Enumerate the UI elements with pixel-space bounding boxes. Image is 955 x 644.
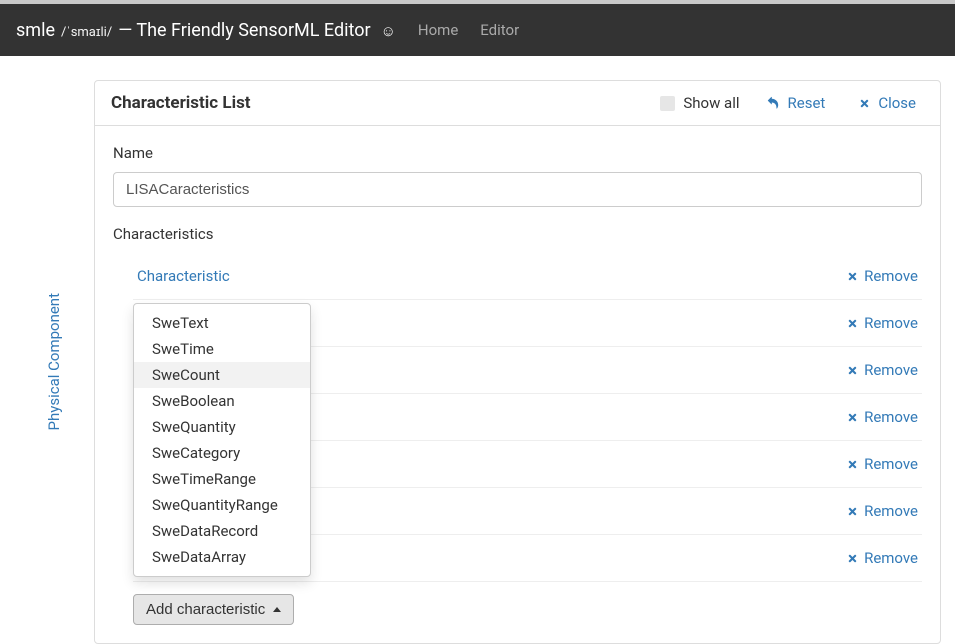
undo-icon <box>766 96 780 110</box>
dropdown-option[interactable]: SweBoolean <box>134 388 310 414</box>
nav-link-editor[interactable]: Editor <box>480 21 519 39</box>
sidebar: Physical Component <box>14 56 94 644</box>
characteristics-label: Characteristics <box>113 225 922 243</box>
remove-button[interactable]: Remove <box>847 502 918 520</box>
dropdown-option[interactable]: SweTime <box>134 336 310 362</box>
dropdown-option[interactable]: SweQuantity <box>134 414 310 440</box>
dropdown-option[interactable]: SweQuantityRange <box>134 492 310 518</box>
brand: smle/ˈsmaɪli/ — The Friendly SensorML Ed… <box>16 20 396 41</box>
remove-button[interactable]: Remove <box>847 408 918 426</box>
panel-body: Name Characteristics Characteristic Remov… <box>95 126 940 643</box>
dropdown-option[interactable]: SweText <box>134 310 310 336</box>
remove-label: Remove <box>864 267 918 285</box>
checkbox-icon <box>660 96 675 111</box>
sidebar-tab-physical-component[interactable]: Physical Component <box>45 285 63 438</box>
brand-tagline: — The Friendly SensorML Editor <box>118 20 370 41</box>
remove-icon <box>847 318 858 329</box>
caret-up-icon <box>273 607 281 612</box>
add-characteristic-dropdown: SweTextSweTimeSweCountSweBooleanSweQuant… <box>133 303 311 577</box>
dropdown-option[interactable]: SweDataRecord <box>134 518 310 544</box>
brand-ipa: /ˈsmaɪli/ <box>61 24 112 40</box>
remove-icon <box>847 506 858 517</box>
remove-label: Remove <box>864 455 918 473</box>
remove-icon <box>847 365 858 376</box>
remove-icon <box>847 553 858 564</box>
close-label: Close <box>878 94 916 112</box>
smiley-icon: ☺ <box>381 22 396 40</box>
dropdown-option[interactable]: SweCount <box>134 362 310 388</box>
characteristic-link[interactable]: Characteristic <box>137 267 230 285</box>
reset-label: Reset <box>788 94 826 112</box>
remove-label: Remove <box>864 361 918 379</box>
show-all-toggle[interactable]: Show all <box>660 94 739 112</box>
close-button[interactable]: Close <box>851 94 924 112</box>
top-nav: smle/ˈsmaɪli/ — The Friendly SensorML Ed… <box>0 4 955 56</box>
remove-button[interactable]: Remove <box>847 455 918 473</box>
characteristic-row: Characteristic Remove <box>133 253 922 300</box>
remove-button[interactable]: Remove <box>847 314 918 332</box>
remove-button[interactable]: Remove <box>847 267 918 285</box>
remove-label: Remove <box>864 314 918 332</box>
dropdown-option[interactable]: SweTimeRange <box>134 466 310 492</box>
remove-label: Remove <box>864 549 918 567</box>
panel-title: Characteristic List <box>111 93 642 113</box>
dropdown-option[interactable]: SweCategory <box>134 440 310 466</box>
main-shell: Physical Component Characteristic List S… <box>0 56 955 644</box>
remove-icon <box>847 459 858 470</box>
add-characteristic-label: Add characteristic <box>146 601 265 618</box>
nav-link-home[interactable]: Home <box>418 21 458 39</box>
characteristics-list: CharacteristicRemoveCharacteristicRemove… <box>133 253 922 625</box>
close-icon <box>859 98 870 109</box>
remove-button[interactable]: Remove <box>847 549 918 567</box>
remove-label: Remove <box>864 502 918 520</box>
dropdown-option[interactable]: SweDataArray <box>134 544 310 570</box>
show-all-label: Show all <box>683 94 739 112</box>
name-label: Name <box>113 144 922 162</box>
remove-icon <box>847 412 858 423</box>
name-input[interactable] <box>113 172 922 207</box>
reset-button[interactable]: Reset <box>758 94 834 112</box>
remove-icon <box>847 271 858 282</box>
add-characteristic-button[interactable]: Add characteristic <box>133 594 294 625</box>
panel-header: Characteristic List Show all Reset Close <box>95 81 940 126</box>
characteristic-list-panel: Characteristic List Show all Reset Close… <box>94 80 941 644</box>
brand-name: smle <box>16 20 55 41</box>
add-button-row: Add characteristic <box>133 594 922 625</box>
remove-button[interactable]: Remove <box>847 361 918 379</box>
remove-label: Remove <box>864 408 918 426</box>
